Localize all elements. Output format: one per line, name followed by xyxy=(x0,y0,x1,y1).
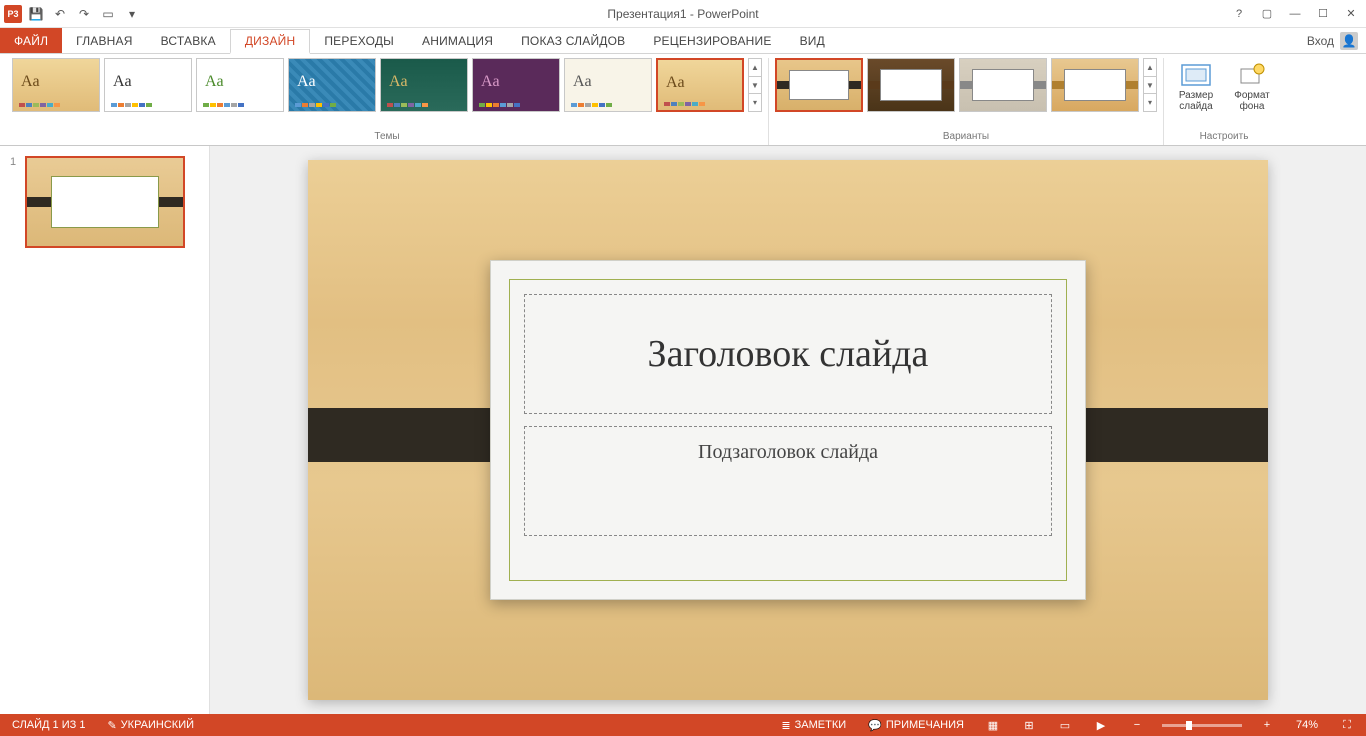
zoom-slider[interactable] xyxy=(1162,724,1242,727)
themes-more-button[interactable]: ▾ xyxy=(749,94,761,111)
tab-view[interactable]: ВИД xyxy=(786,28,839,53)
slide-card: Заголовок слайда Подзаголовок слайда xyxy=(490,260,1086,600)
title-placeholder[interactable]: Заголовок слайда xyxy=(524,294,1052,414)
slide-sorter-view-button[interactable]: ⊞ xyxy=(1018,714,1040,736)
slide-canvas: Заголовок слайда Подзаголовок слайда xyxy=(308,160,1268,700)
format-background-label: Формат фона xyxy=(1234,90,1270,112)
group-themes-label: Темы xyxy=(12,131,762,145)
comments-icon: 💬 xyxy=(868,719,882,732)
theme-thumb-1[interactable]: Aa xyxy=(12,58,100,112)
theme-thumb-7[interactable]: Aa xyxy=(564,58,652,112)
variants-scroll-up[interactable]: ▲ xyxy=(1144,59,1156,77)
theme-thumb-5[interactable]: Aa xyxy=(380,58,468,112)
ribbon-display-options-button[interactable]: ▢ xyxy=(1254,4,1280,24)
tab-slideshow[interactable]: ПОКАЗ СЛАЙДОВ xyxy=(507,28,639,53)
slideshow-view-button[interactable]: ▶ xyxy=(1090,714,1112,736)
group-customize-label: Настроить xyxy=(1170,131,1278,145)
format-background-button[interactable]: Формат фона xyxy=(1226,58,1278,112)
window-controls: ? ▢ — ☐ ✕ xyxy=(1226,4,1366,24)
group-variants: ▲ ▼ ▾ Варианты xyxy=(769,58,1164,145)
start-from-beginning-button[interactable]: ▭ xyxy=(98,4,118,24)
slide-counter[interactable]: СЛАЙД 1 ИЗ 1 xyxy=(8,714,89,736)
workspace: 1 Заголовок слайда Подзаголовок слайда xyxy=(0,146,1366,714)
theme-thumb-6[interactable]: Aa xyxy=(472,58,560,112)
variants-gallery-scroll: ▲ ▼ ▾ xyxy=(1143,58,1157,112)
quick-access-toolbar: P3 💾 ↶ ↷ ▭ ▾ xyxy=(0,4,142,24)
notes-icon: ≣ xyxy=(781,719,790,732)
sign-in[interactable]: Вход 👤 xyxy=(1307,28,1366,53)
title-bar: P3 💾 ↶ ↷ ▭ ▾ Презентация1 - PowerPoint ?… xyxy=(0,0,1366,28)
save-button[interactable]: 💾 xyxy=(26,4,46,24)
maximize-button[interactable]: ☐ xyxy=(1310,4,1336,24)
redo-button[interactable]: ↷ xyxy=(74,4,94,24)
status-bar: СЛАЙД 1 ИЗ 1 ✎ УКРАИНСКИЙ ≣ ЗАМЕТКИ 💬 ПР… xyxy=(0,714,1366,736)
slide-size-label: Размер слайда xyxy=(1179,90,1213,112)
tab-file[interactable]: ФАЙЛ xyxy=(0,28,62,53)
comments-button[interactable]: 💬 ПРИМЕЧАНИЯ xyxy=(864,714,968,736)
theme-thumb-8[interactable]: Aa xyxy=(656,58,744,112)
undo-button[interactable]: ↶ xyxy=(50,4,70,24)
slide-editor[interactable]: Заголовок слайда Подзаголовок слайда xyxy=(210,146,1366,714)
variant-thumb-2[interactable] xyxy=(867,58,955,112)
minimize-button[interactable]: — xyxy=(1282,4,1308,24)
notes-button[interactable]: ≣ ЗАМЕТКИ xyxy=(777,714,850,736)
user-avatar-icon: 👤 xyxy=(1340,32,1358,50)
zoom-level[interactable]: 74% xyxy=(1292,714,1322,736)
variant-thumb-1[interactable] xyxy=(775,58,863,112)
ribbon-tabs: ФАЙЛ ГЛАВНАЯ ВСТАВКА ДИЗАЙН ПЕРЕХОДЫ АНИ… xyxy=(0,28,1366,54)
powerpoint-app-icon: P3 xyxy=(4,5,22,23)
format-background-icon xyxy=(1236,62,1268,88)
reading-view-button[interactable]: ▭ xyxy=(1054,714,1076,736)
tab-home[interactable]: ГЛАВНАЯ xyxy=(62,28,146,53)
close-button[interactable]: ✕ xyxy=(1338,4,1364,24)
variant-thumb-3[interactable] xyxy=(959,58,1047,112)
language-indicator[interactable]: ✎ УКРАИНСКИЙ xyxy=(103,714,198,736)
tab-review[interactable]: РЕЦЕНЗИРОВАНИЕ xyxy=(639,28,785,53)
theme-thumb-4[interactable]: Aa xyxy=(288,58,376,112)
tab-insert[interactable]: ВСТАВКА xyxy=(147,28,230,53)
group-variants-label: Варианты xyxy=(775,131,1157,145)
variants-more-button[interactable]: ▾ xyxy=(1144,94,1156,111)
variant-thumb-4[interactable] xyxy=(1051,58,1139,112)
slide-size-icon xyxy=(1180,62,1212,88)
themes-scroll-down[interactable]: ▼ xyxy=(749,77,761,95)
normal-view-button[interactable]: ▦ xyxy=(982,714,1004,736)
theme-thumb-3[interactable]: Aa xyxy=(196,58,284,112)
theme-thumb-2[interactable]: Aa xyxy=(104,58,192,112)
group-customize: Размер слайда Формат фона Настроить xyxy=(1164,58,1284,145)
subtitle-placeholder[interactable]: Подзаголовок слайда xyxy=(524,426,1052,536)
tab-transitions[interactable]: ПЕРЕХОДЫ xyxy=(310,28,408,53)
qat-customize-button[interactable]: ▾ xyxy=(122,4,142,24)
slide-number: 1 xyxy=(10,156,16,168)
help-button[interactable]: ? xyxy=(1226,4,1252,24)
slide-thumbnail-panel: 1 xyxy=(0,146,210,714)
slide-thumbnail-1[interactable] xyxy=(25,156,185,248)
zoom-out-button[interactable]: − xyxy=(1126,714,1148,736)
spellcheck-icon: ✎ xyxy=(107,719,116,732)
ribbon: Aa Aa Aa Aa Aa Aa Aa Aa ▲ ▼ ▾ Темы ▲ ▼ xyxy=(0,54,1366,146)
themes-gallery-scroll: ▲ ▼ ▾ xyxy=(748,58,762,112)
zoom-in-button[interactable]: + xyxy=(1256,714,1278,736)
themes-scroll-up[interactable]: ▲ xyxy=(749,59,761,77)
tab-animations[interactable]: АНИМАЦИЯ xyxy=(408,28,507,53)
group-themes: Aa Aa Aa Aa Aa Aa Aa Aa ▲ ▼ ▾ Темы xyxy=(6,58,769,145)
window-title: Презентация1 - PowerPoint xyxy=(607,7,758,21)
slide-size-button[interactable]: Размер слайда xyxy=(1170,58,1222,112)
sign-in-label: Вход xyxy=(1307,34,1334,48)
fit-to-window-button[interactable]: ⛶ xyxy=(1336,714,1358,736)
variants-scroll-down[interactable]: ▼ xyxy=(1144,77,1156,95)
tab-design[interactable]: ДИЗАЙН xyxy=(230,29,311,54)
